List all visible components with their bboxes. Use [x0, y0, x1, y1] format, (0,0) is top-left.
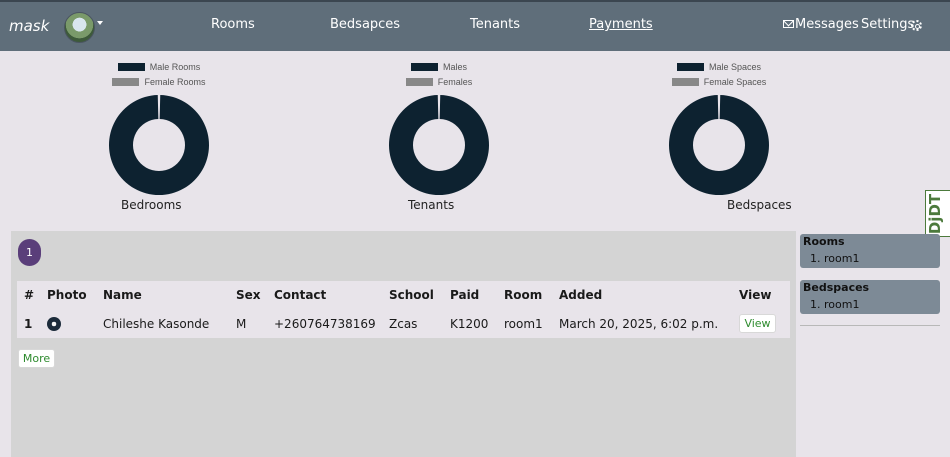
column-header: Added	[559, 288, 603, 302]
donut-chart	[389, 95, 489, 195]
tenants-chart: Males Females Tenants	[319, 58, 559, 218]
legend-item[interactable]: Female Spaces	[599, 76, 839, 88]
tenants-table: # Photo Name Sex Contact School Paid Roo…	[17, 281, 790, 338]
debug-toolbar-label: DjDT	[926, 193, 945, 235]
bedrooms-chart: Male Rooms Female Rooms Bedrooms	[39, 58, 279, 218]
chart-title: Bedrooms	[121, 198, 182, 212]
column-header: Name	[103, 288, 142, 302]
envelope-icon[interactable]	[783, 20, 794, 28]
rooms-list-item[interactable]: 1. room1	[810, 252, 859, 265]
tenant-added: March 20, 2025, 6:02 p.m.	[559, 317, 719, 331]
legend-swatch	[410, 63, 438, 71]
navbar: mask Rooms Bedsapces Tenants Payments Me…	[0, 0, 950, 51]
bedspaces-chart: Male Spaces Female Spaces Bedspaces	[599, 58, 839, 218]
tenant-sex: M	[236, 317, 247, 331]
bedspaces-card-title: Bedspaces	[803, 281, 870, 294]
sidebar-divider	[800, 325, 940, 326]
tenant-photo[interactable]	[47, 317, 61, 331]
rooms-card-title: Rooms	[803, 235, 845, 248]
chart-title: Tenants	[408, 198, 455, 212]
nav-link-rooms[interactable]: Rooms	[211, 17, 255, 32]
nav-link-payments[interactable]: Payments	[589, 17, 653, 32]
more-button[interactable]: More	[18, 349, 55, 368]
legend-label: Female Spaces	[703, 77, 767, 87]
column-header: Photo	[47, 288, 87, 302]
donut-chart	[109, 95, 209, 195]
pie-slice-male-spaces[interactable]	[669, 95, 769, 195]
legend-swatch	[112, 78, 140, 86]
brand-logo[interactable]: mask	[9, 17, 49, 35]
tenant-paid: K1200	[450, 317, 489, 331]
legend-item[interactable]: Female Rooms	[39, 76, 279, 88]
legend-item[interactable]: Males	[319, 61, 559, 73]
rooms-card: Rooms 1. room1	[800, 234, 940, 268]
column-header: #	[24, 288, 35, 302]
tenant-name: Chileshe Kasonde	[103, 317, 210, 331]
bedspaces-list-item[interactable]: 1. room1	[810, 298, 859, 311]
legend-item[interactable]: Females	[319, 76, 559, 88]
legend-label: Male Rooms	[149, 62, 201, 72]
legend-label: Female Rooms	[144, 77, 206, 87]
pie-slice-males[interactable]	[389, 95, 489, 195]
column-header: View	[739, 288, 772, 302]
nav-link-bedspaces[interactable]: Bedsapces	[330, 17, 400, 32]
tenant-school: Zcas	[389, 317, 418, 331]
page-number-badge[interactable]: 1	[18, 239, 41, 266]
column-header: Sex	[236, 288, 261, 302]
tenant-room: room1	[504, 317, 543, 331]
column-header: School	[389, 288, 434, 302]
donut-chart	[669, 95, 769, 195]
legend-label: Females	[437, 77, 473, 87]
nav-link-tenants[interactable]: Tenants	[470, 17, 520, 32]
pie-slice-male-rooms[interactable]	[109, 95, 209, 195]
legend-item[interactable]: Male Spaces	[599, 61, 839, 73]
user-avatar[interactable]	[64, 12, 95, 43]
column-header: Paid	[450, 288, 480, 302]
chevron-down-icon[interactable]	[97, 21, 103, 25]
messages-link[interactable]: Messages	[795, 17, 859, 32]
chart-title: Bedspaces	[727, 198, 792, 212]
tenant-contact: +260764738169	[274, 317, 376, 331]
gear-icon[interactable]	[911, 20, 922, 31]
legend-label: Males	[442, 62, 467, 72]
row-index: 1	[24, 317, 33, 331]
legend-swatch	[405, 78, 433, 86]
column-header: Room	[504, 288, 543, 302]
legend-swatch	[676, 63, 704, 71]
tenants-panel: 1 # Photo Name Sex Contact School Paid R…	[11, 231, 796, 457]
legend-item[interactable]: Male Rooms	[39, 61, 279, 73]
view-button[interactable]: View	[739, 314, 776, 333]
legend-label: Male Spaces	[708, 62, 762, 72]
settings-link[interactable]: Settings	[861, 17, 914, 32]
column-header: Contact	[274, 288, 327, 302]
legend-swatch	[117, 63, 145, 71]
bedspaces-card: Bedspaces 1. room1	[800, 280, 940, 314]
legend-swatch	[671, 78, 699, 86]
debug-toolbar-handle[interactable]: DjDT	[925, 190, 950, 237]
